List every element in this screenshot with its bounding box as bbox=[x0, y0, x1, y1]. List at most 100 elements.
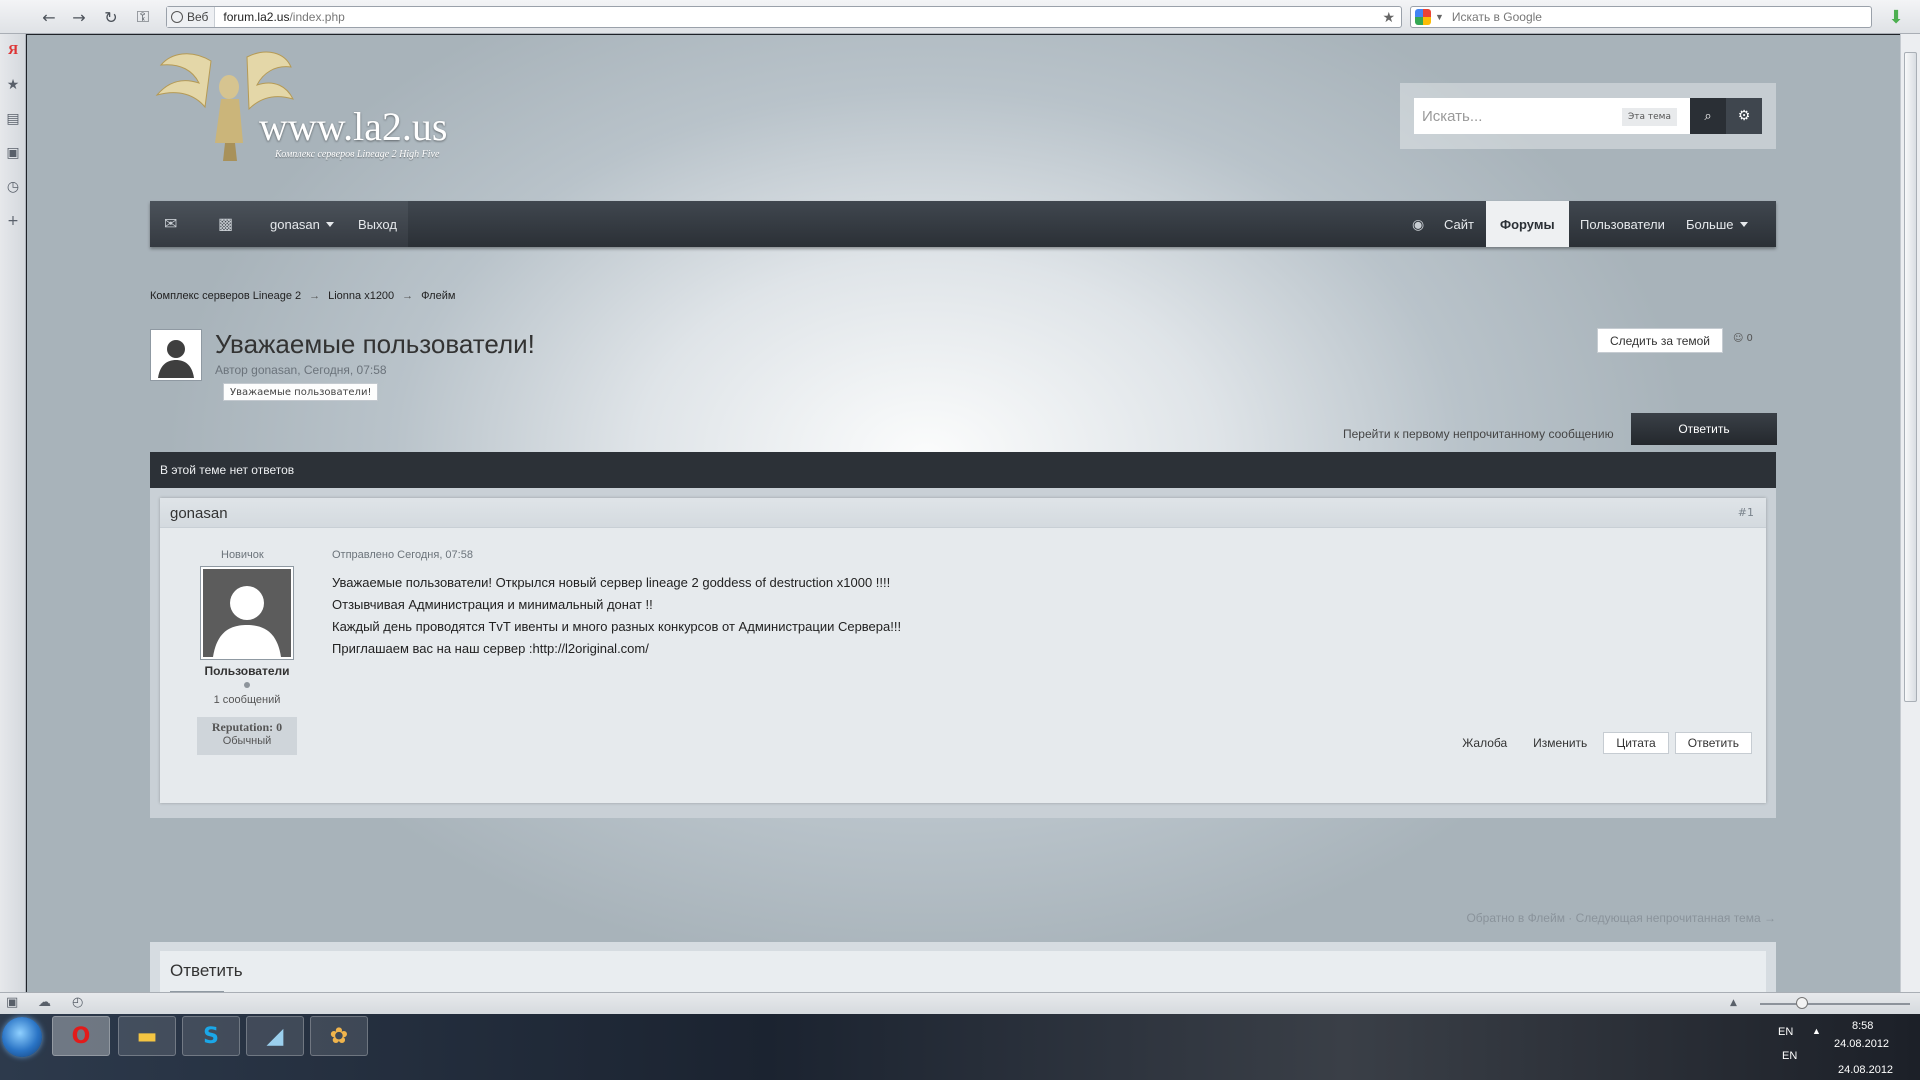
downloads-icon[interactable]: ▣ bbox=[0, 136, 26, 170]
post-author-name[interactable]: gonasan bbox=[170, 505, 228, 522]
skype-icon[interactable]: S bbox=[182, 1016, 240, 1056]
reply-section-title: Ответить bbox=[170, 961, 243, 980]
url-host: forum.la2.us bbox=[223, 10, 290, 24]
followers-count[interactable]: ☺ 0 bbox=[1733, 333, 1753, 344]
gear-icon[interactable]: ⚙ bbox=[1726, 98, 1762, 134]
reputation-box: Reputation: 0 Обычный bbox=[197, 717, 297, 755]
user-menu-label: gonasan bbox=[270, 216, 320, 232]
yandex-icon[interactable]: Я bbox=[0, 34, 26, 68]
breadcrumb-item[interactable]: Флейм bbox=[421, 290, 455, 302]
browser-search-box[interactable]: ▼ Искать в Google bbox=[1410, 6, 1872, 28]
logo-subtitle: Комплекс серверов Lineage 2 High Five bbox=[275, 149, 440, 160]
notes-icon[interactable]: ▤ bbox=[0, 102, 26, 136]
breadcrumb-separator: → bbox=[402, 290, 414, 302]
forward-icon[interactable]: → bbox=[64, 2, 94, 32]
post-actions: Жалоба Изменить Цитата Ответить bbox=[1452, 732, 1752, 754]
language-indicator[interactable]: EN bbox=[1778, 1026, 1793, 1038]
follow-topic-button[interactable]: Следить за темой bbox=[1597, 328, 1723, 353]
cloud-icon[interactable]: ☁ bbox=[38, 995, 51, 1010]
lineage-launcher-icon[interactable]: ◢ bbox=[246, 1016, 304, 1056]
breadcrumb-item[interactable]: Комплекс серверов Lineage 2 bbox=[150, 290, 301, 302]
key-icon[interactable]: ⚿ bbox=[128, 2, 158, 32]
search-scope-button[interactable]: Эта тема bbox=[1622, 108, 1677, 126]
search-engine-chevron-icon[interactable]: ▼ bbox=[1435, 12, 1444, 22]
location-pin-icon[interactable]: ◉ bbox=[1412, 201, 1424, 247]
logout-link[interactable]: Выход bbox=[358, 201, 397, 247]
topic-author-avatar[interactable] bbox=[150, 329, 202, 381]
post-reply-button[interactable]: Ответить bbox=[1674, 732, 1752, 754]
address-bar[interactable]: Веб forum.la2.us/index.php ★ bbox=[166, 6, 1402, 28]
author-avatar[interactable] bbox=[200, 566, 294, 660]
browser-toolbar: ← → ↻ ⚿ Веб forum.la2.us/index.php ★ ▼ И… bbox=[0, 0, 1920, 34]
main-navbar: ✉ ▩ gonasan Выход ◉ Сайт Форумы Пользова… bbox=[150, 201, 1776, 247]
no-replies-bar: В этой теме нет ответов bbox=[150, 452, 1776, 488]
page-scrollbar[interactable] bbox=[1900, 34, 1920, 992]
bookmark-star-icon[interactable]: ★ bbox=[1382, 9, 1395, 26]
speed-dial-icon[interactable]: ◴ bbox=[72, 995, 83, 1010]
zoom-slider-knob[interactable] bbox=[1796, 997, 1808, 1009]
quote-button[interactable]: Цитата bbox=[1603, 732, 1669, 754]
topic-tag[interactable]: Уважаемые пользователи! bbox=[223, 383, 379, 401]
scrollbar-thumb[interactable] bbox=[1904, 52, 1917, 702]
followers-icon: ☺ bbox=[1733, 333, 1744, 344]
report-link[interactable]: Жалоба bbox=[1452, 736, 1517, 750]
author-posts-count: 1 сообщений bbox=[213, 694, 281, 706]
start-button[interactable] bbox=[2, 1017, 42, 1057]
site-search-placeholder: Искать... bbox=[1422, 107, 1483, 125]
breadcrumb-separator: → bbox=[309, 290, 321, 302]
breadcrumb-item[interactable]: Lionna x1200 bbox=[328, 290, 394, 302]
topic-footer-links[interactable]: Обратно в Флейм · Следующая непрочитанна… bbox=[1466, 911, 1776, 925]
tray-expand-icon[interactable]: ▲ bbox=[1812, 1026, 1821, 1036]
nav-more-label: Больше bbox=[1686, 216, 1734, 232]
chevron-down-icon bbox=[325, 221, 334, 227]
topic-meta: Автор gonasan, Сегодня, 07:58 bbox=[215, 363, 387, 377]
add-panel-icon[interactable]: + bbox=[0, 204, 26, 238]
reload-icon[interactable]: ↻ bbox=[96, 2, 126, 32]
search-icon[interactable]: ⌕ bbox=[1690, 98, 1726, 134]
history-clock-icon[interactable]: ◷ bbox=[0, 170, 26, 204]
user-menu[interactable]: gonasan bbox=[270, 201, 334, 247]
post-line: Отзывчивая Администрация и минимальный д… bbox=[332, 597, 653, 612]
reputation-level: Обычный bbox=[222, 735, 272, 747]
explorer-folder-icon[interactable]: ▬ bbox=[118, 1016, 176, 1056]
browser-sidebar: Я ★ ▤ ▣ ◷ + bbox=[0, 34, 26, 992]
reply-button[interactable]: Ответить bbox=[1631, 413, 1777, 445]
zoom-slider[interactable] bbox=[1760, 1003, 1910, 1005]
back-icon[interactable]: ← bbox=[34, 2, 64, 32]
post-line: Уважаемые пользователи! Открылся новый с… bbox=[332, 575, 891, 590]
bookmarks-star-icon[interactable]: ★ bbox=[0, 68, 26, 102]
notifications-icon[interactable]: ▩ bbox=[218, 201, 233, 247]
nav-forums[interactable]: Форумы bbox=[1486, 201, 1569, 247]
clock-date[interactable]: 24.08.2012 bbox=[1834, 1038, 1889, 1050]
messages-envelope-icon[interactable]: ✉ bbox=[164, 201, 177, 247]
reputation-value: Reputation: 0 bbox=[211, 720, 283, 734]
url-text[interactable]: forum.la2.us/index.php bbox=[215, 10, 344, 24]
opera-icon[interactable]: O bbox=[52, 1016, 110, 1056]
nav-users[interactable]: Пользователи bbox=[1580, 201, 1665, 247]
nav-site[interactable]: Сайт bbox=[1444, 201, 1474, 247]
nav-more[interactable]: Больше bbox=[1686, 201, 1748, 247]
clock-time[interactable]: 8:58 bbox=[1852, 1020, 1873, 1032]
reply-card: Ответить bbox=[160, 951, 1766, 992]
paint-icon[interactable]: ✿ bbox=[310, 1016, 368, 1056]
user-silhouette-icon bbox=[203, 569, 291, 657]
clock-date[interactable]: 24.08.2012 bbox=[1838, 1064, 1893, 1076]
page-title: Уважаемые пользователи! bbox=[215, 329, 535, 359]
language-indicator[interactable]: EN bbox=[1782, 1050, 1797, 1062]
first-unread-link[interactable]: Перейти к первому непрочитанному сообщен… bbox=[1343, 427, 1614, 441]
post-number-link[interactable]: #1 bbox=[1738, 506, 1754, 519]
zoom-up-icon[interactable]: ▲ bbox=[1730, 998, 1737, 1008]
post-header: gonasan #1 bbox=[160, 498, 1766, 528]
download-icon[interactable]: ⬇ bbox=[1884, 6, 1908, 28]
browser-search-placeholder: Искать в Google bbox=[1451, 10, 1542, 24]
site-badge[interactable]: Веб bbox=[167, 7, 216, 27]
panel-toggle-icon[interactable]: ▣ bbox=[6, 995, 18, 1010]
author-rank: Новичок bbox=[221, 549, 264, 561]
online-status-icon bbox=[244, 682, 250, 688]
logo-title[interactable]: www.la2.us bbox=[259, 103, 448, 150]
edit-link[interactable]: Изменить bbox=[1523, 736, 1597, 750]
google-icon bbox=[1415, 9, 1431, 25]
post-date: Отправлено Сегодня, 07:58 bbox=[332, 549, 473, 561]
windows-taskbar: O ▬ S ◢ ✿ EN ▲ 8:58 24.08.2012 EN 24.08.… bbox=[0, 1014, 1920, 1080]
post-line: Приглашаем вас на наш сервер :http://l2o… bbox=[332, 641, 649, 656]
